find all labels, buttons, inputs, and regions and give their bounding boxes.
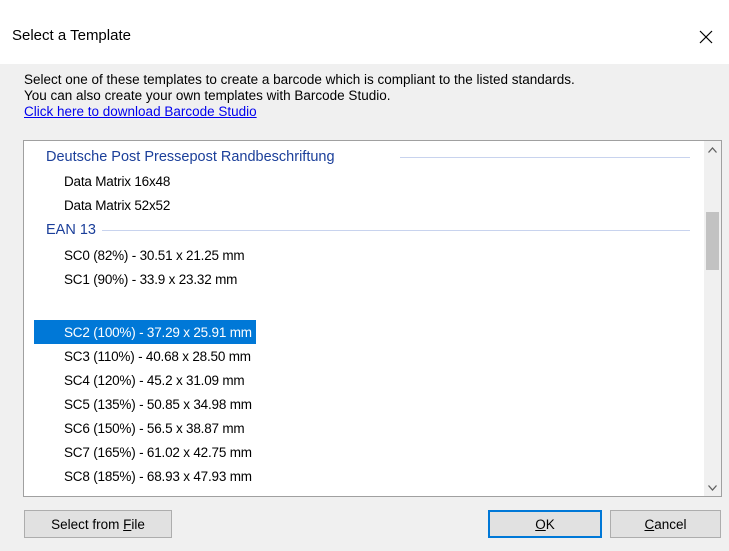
list-item[interactable]: Data Matrix 52x52 <box>34 193 174 217</box>
close-icon <box>699 30 713 44</box>
title-bar: Select a Template <box>0 0 729 64</box>
scroll-down-button[interactable] <box>704 479 721 496</box>
button-accelerator: O <box>535 516 546 532</box>
list-item-selected[interactable]: SC2 (100%) - 37.29 x 25.91 mm <box>34 320 256 344</box>
list-item[interactable]: SC4 (120%) - 45.2 x 31.09 mm <box>34 368 248 392</box>
chevron-up-icon <box>708 146 717 153</box>
list-item[interactable]: SC6 (150%) - 56.5 x 38.87 mm <box>34 416 248 440</box>
vertical-scrollbar[interactable] <box>704 141 721 496</box>
group-header: Deutsche Post Pressepost Randbeschriftun… <box>46 149 335 165</box>
ok-button[interactable]: OK <box>488 510 602 538</box>
group-divider <box>400 157 690 158</box>
button-label: K <box>545 516 555 532</box>
button-label: Select from <box>51 516 124 532</box>
cancel-button[interactable]: Cancel <box>610 510 721 538</box>
template-list[interactable]: Deutsche Post Pressepost Randbeschriftun… <box>23 140 722 497</box>
list-item[interactable]: SC0 (82%) - 30.51 x 21.25 mm <box>34 243 248 267</box>
list-item[interactable]: Data Matrix 16x48 <box>34 169 174 193</box>
description: Select one of these templates to create … <box>24 72 724 120</box>
list-item[interactable]: SC3 (110%) - 40.68 x 28.50 mm <box>34 344 255 368</box>
list-item[interactable]: SC8 (185%) - 68.93 x 47.93 mm <box>34 464 256 488</box>
description-line-2: You can also create your own templates w… <box>24 88 391 103</box>
list-item[interactable]: SC1 (90%) - 33.9 x 23.32 mm <box>34 267 241 291</box>
close-button[interactable] <box>683 20 729 54</box>
chevron-down-icon <box>708 484 717 491</box>
button-label: ancel <box>654 516 687 532</box>
button-label: ile <box>131 516 145 532</box>
scroll-up-button[interactable] <box>704 141 721 158</box>
group-header: EAN 13 <box>46 222 96 238</box>
template-list-content: Deutsche Post Pressepost Randbeschriftun… <box>24 141 703 496</box>
description-line-1: Select one of these templates to create … <box>24 72 575 87</box>
group-divider <box>102 230 690 231</box>
list-item[interactable]: SC7 (165%) - 61.02 x 42.75 mm <box>34 440 256 464</box>
select-from-file-button[interactable]: Select from File <box>24 510 172 538</box>
list-item[interactable]: SC5 (135%) - 50.85 x 34.98 mm <box>34 392 256 416</box>
scrollbar-thumb[interactable] <box>706 212 719 270</box>
window-title: Select a Template <box>12 27 131 44</box>
button-accelerator: C <box>644 516 655 532</box>
button-accelerator: F <box>123 516 132 532</box>
download-link[interactable]: Click here to download Barcode Studio <box>24 104 257 119</box>
